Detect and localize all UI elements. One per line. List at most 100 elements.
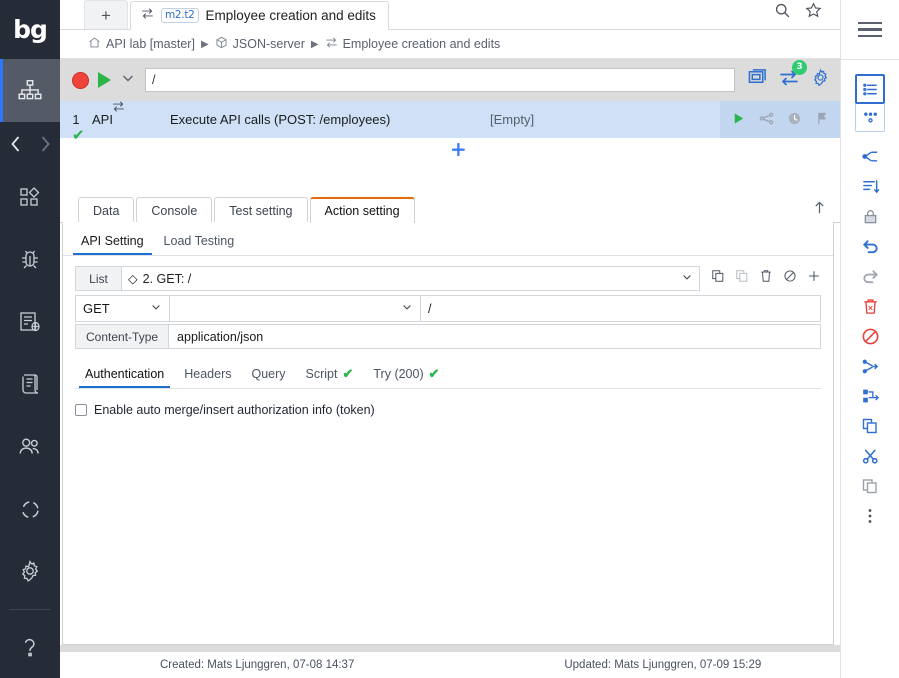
sidebar-item-users[interactable] — [0, 416, 60, 478]
check-ok-icon: ✔ — [342, 366, 354, 381]
copy-icon[interactable] — [841, 411, 899, 441]
run-url-input[interactable]: / — [145, 68, 735, 92]
host-select[interactable] — [170, 295, 421, 322]
sort-lines-icon[interactable] — [841, 171, 899, 201]
breadcrumb-item-module[interactable]: JSON-server — [215, 36, 305, 52]
add-icon[interactable] — [807, 269, 821, 288]
sidebar-item-sync[interactable] — [0, 478, 60, 540]
sort-diamond-icon: ◇ — [128, 272, 138, 286]
run-button[interactable] — [98, 72, 111, 88]
delete-trash-icon[interactable] — [841, 291, 899, 321]
tab-headers[interactable]: Headers — [174, 364, 241, 387]
request-path-input[interactable]: / — [421, 295, 821, 322]
sync-icon — [19, 498, 42, 521]
add-step-button[interactable]: + — [450, 139, 467, 159]
sidebar-item-modules[interactable] — [0, 166, 60, 228]
paste-icon[interactable] — [841, 471, 899, 501]
list-select[interactable]: ◇ 2. GET: / — [121, 266, 700, 291]
help-question-icon — [17, 634, 43, 660]
tab-employee-creation-and-edits[interactable]: m2.t2 Employee creation and edits — [130, 1, 389, 30]
collapse-up-icon[interactable] — [813, 200, 840, 222]
breadcrumb-item-case[interactable]: Employee creation and edits — [325, 36, 500, 52]
nav-forward-icon[interactable] — [37, 133, 54, 155]
panel-tab-strip: Data Console Test setting Action setting — [60, 196, 840, 223]
branch-step-icon[interactable] — [759, 111, 774, 129]
app-logo[interactable]: bg — [0, 0, 60, 59]
run-step-icon[interactable] — [731, 111, 746, 129]
step-value: [Empty] — [490, 112, 535, 127]
paste-icon[interactable] — [735, 269, 749, 288]
record-button[interactable] — [72, 71, 89, 89]
content-type-label: Content-Type — [75, 324, 169, 349]
home-icon — [88, 36, 101, 52]
script-scroll-icon — [18, 372, 42, 396]
step-status-check-icon: ✔ — [72, 126, 85, 144]
request-method-row: GET / — [75, 295, 821, 322]
disable-icon[interactable] — [783, 269, 797, 288]
run-toolbar: / 3 — [60, 59, 840, 101]
breadcrumb-separator: ▶ — [310, 38, 319, 50]
breakpoint-flag-icon[interactable] — [815, 111, 830, 129]
window-layout-icon[interactable] — [748, 68, 767, 92]
sidebar-item-help[interactable] — [0, 616, 60, 678]
sidebar-item-test-report[interactable] — [0, 291, 60, 353]
auto-merge-token-checkbox[interactable] — [75, 404, 87, 416]
sidebar-item-bugs[interactable] — [0, 229, 60, 291]
list-view-icon[interactable] — [855, 74, 885, 104]
request-detail-tabs: Authentication Headers Query Script ✔ Tr… — [75, 363, 821, 389]
lock-icon[interactable] — [841, 201, 899, 231]
package-icon — [215, 36, 228, 52]
undo-icon[interactable] — [841, 231, 899, 261]
http-method-value: GET — [83, 301, 110, 316]
updated-info: Updated: Mats Ljunggren, 07-09 15:29 — [564, 659, 762, 671]
tab-label: Query — [251, 367, 286, 381]
dots-view-icon[interactable] — [855, 104, 885, 132]
nav-back-icon[interactable] — [7, 133, 24, 155]
tab-script[interactable]: Script ✔ — [296, 363, 364, 388]
tab-data[interactable]: Data — [78, 197, 135, 223]
sub-tab-api-setting[interactable]: API Setting — [73, 230, 152, 255]
sidebar-item-sitemap[interactable] — [0, 59, 60, 122]
redo-icon[interactable] — [841, 261, 899, 291]
disable-block-icon[interactable] — [841, 321, 899, 351]
step-description: Execute API calls (POST: /employees) — [170, 112, 391, 127]
branch-icon[interactable] — [841, 141, 899, 171]
tab-label: Authentication — [85, 367, 165, 381]
list-action-icons — [700, 266, 821, 291]
http-method-select[interactable]: GET — [75, 295, 170, 322]
settings-gear-icon[interactable] — [811, 68, 830, 92]
chevron-down-icon[interactable] — [120, 70, 136, 91]
swap-icon — [141, 7, 154, 25]
tab-try[interactable]: Try (200) ✔ — [363, 363, 449, 388]
sidebar-item-scripts[interactable] — [0, 353, 60, 415]
tab-test-setting[interactable]: Test setting — [214, 197, 308, 223]
delay-step-icon[interactable] — [787, 111, 802, 129]
tab-label: Script — [305, 367, 338, 381]
tab-authentication[interactable]: Authentication — [75, 364, 174, 388]
steps-grid: 1 ✔ API Execute API calls (POST: /employ… — [60, 101, 840, 195]
tab-console[interactable]: Console — [136, 197, 213, 223]
auto-merge-token-row[interactable]: Enable auto merge/insert authorization i… — [75, 403, 821, 417]
tab-query[interactable]: Query — [241, 364, 295, 387]
breadcrumb-item-project[interactable]: API lab [master] — [88, 36, 195, 52]
tab-action-setting[interactable]: Action setting — [309, 197, 415, 223]
auto-merge-token-label: Enable auto merge/insert authorization i… — [94, 403, 375, 417]
content-type-input[interactable]: application/json — [168, 324, 821, 349]
copy-icon[interactable] — [711, 269, 725, 288]
delete-icon[interactable] — [759, 269, 773, 288]
favorite-star-icon[interactable] — [805, 2, 822, 24]
table-row[interactable]: 1 ✔ API Execute API calls (POST: /employ… — [60, 101, 840, 143]
sub-tab-load-testing[interactable]: Load Testing — [156, 230, 243, 254]
sidebar-item-settings[interactable] — [0, 540, 60, 602]
step-out-icon[interactable] — [841, 381, 899, 411]
api-setting-sub-tabs: API Setting Load Testing — [63, 228, 833, 256]
new-tab-button[interactable]: + — [84, 0, 128, 29]
right-toolbar-rail — [840, 0, 899, 678]
more-options-icon[interactable] — [841, 501, 899, 531]
search-icon[interactable] — [774, 2, 791, 24]
swap-variables-icon[interactable]: 3 — [779, 59, 807, 93]
merge-icon[interactable] — [841, 351, 899, 381]
swap-icon — [325, 36, 338, 52]
cut-scissors-icon[interactable] — [841, 441, 899, 471]
hamburger-menu-icon[interactable] — [841, 0, 899, 59]
